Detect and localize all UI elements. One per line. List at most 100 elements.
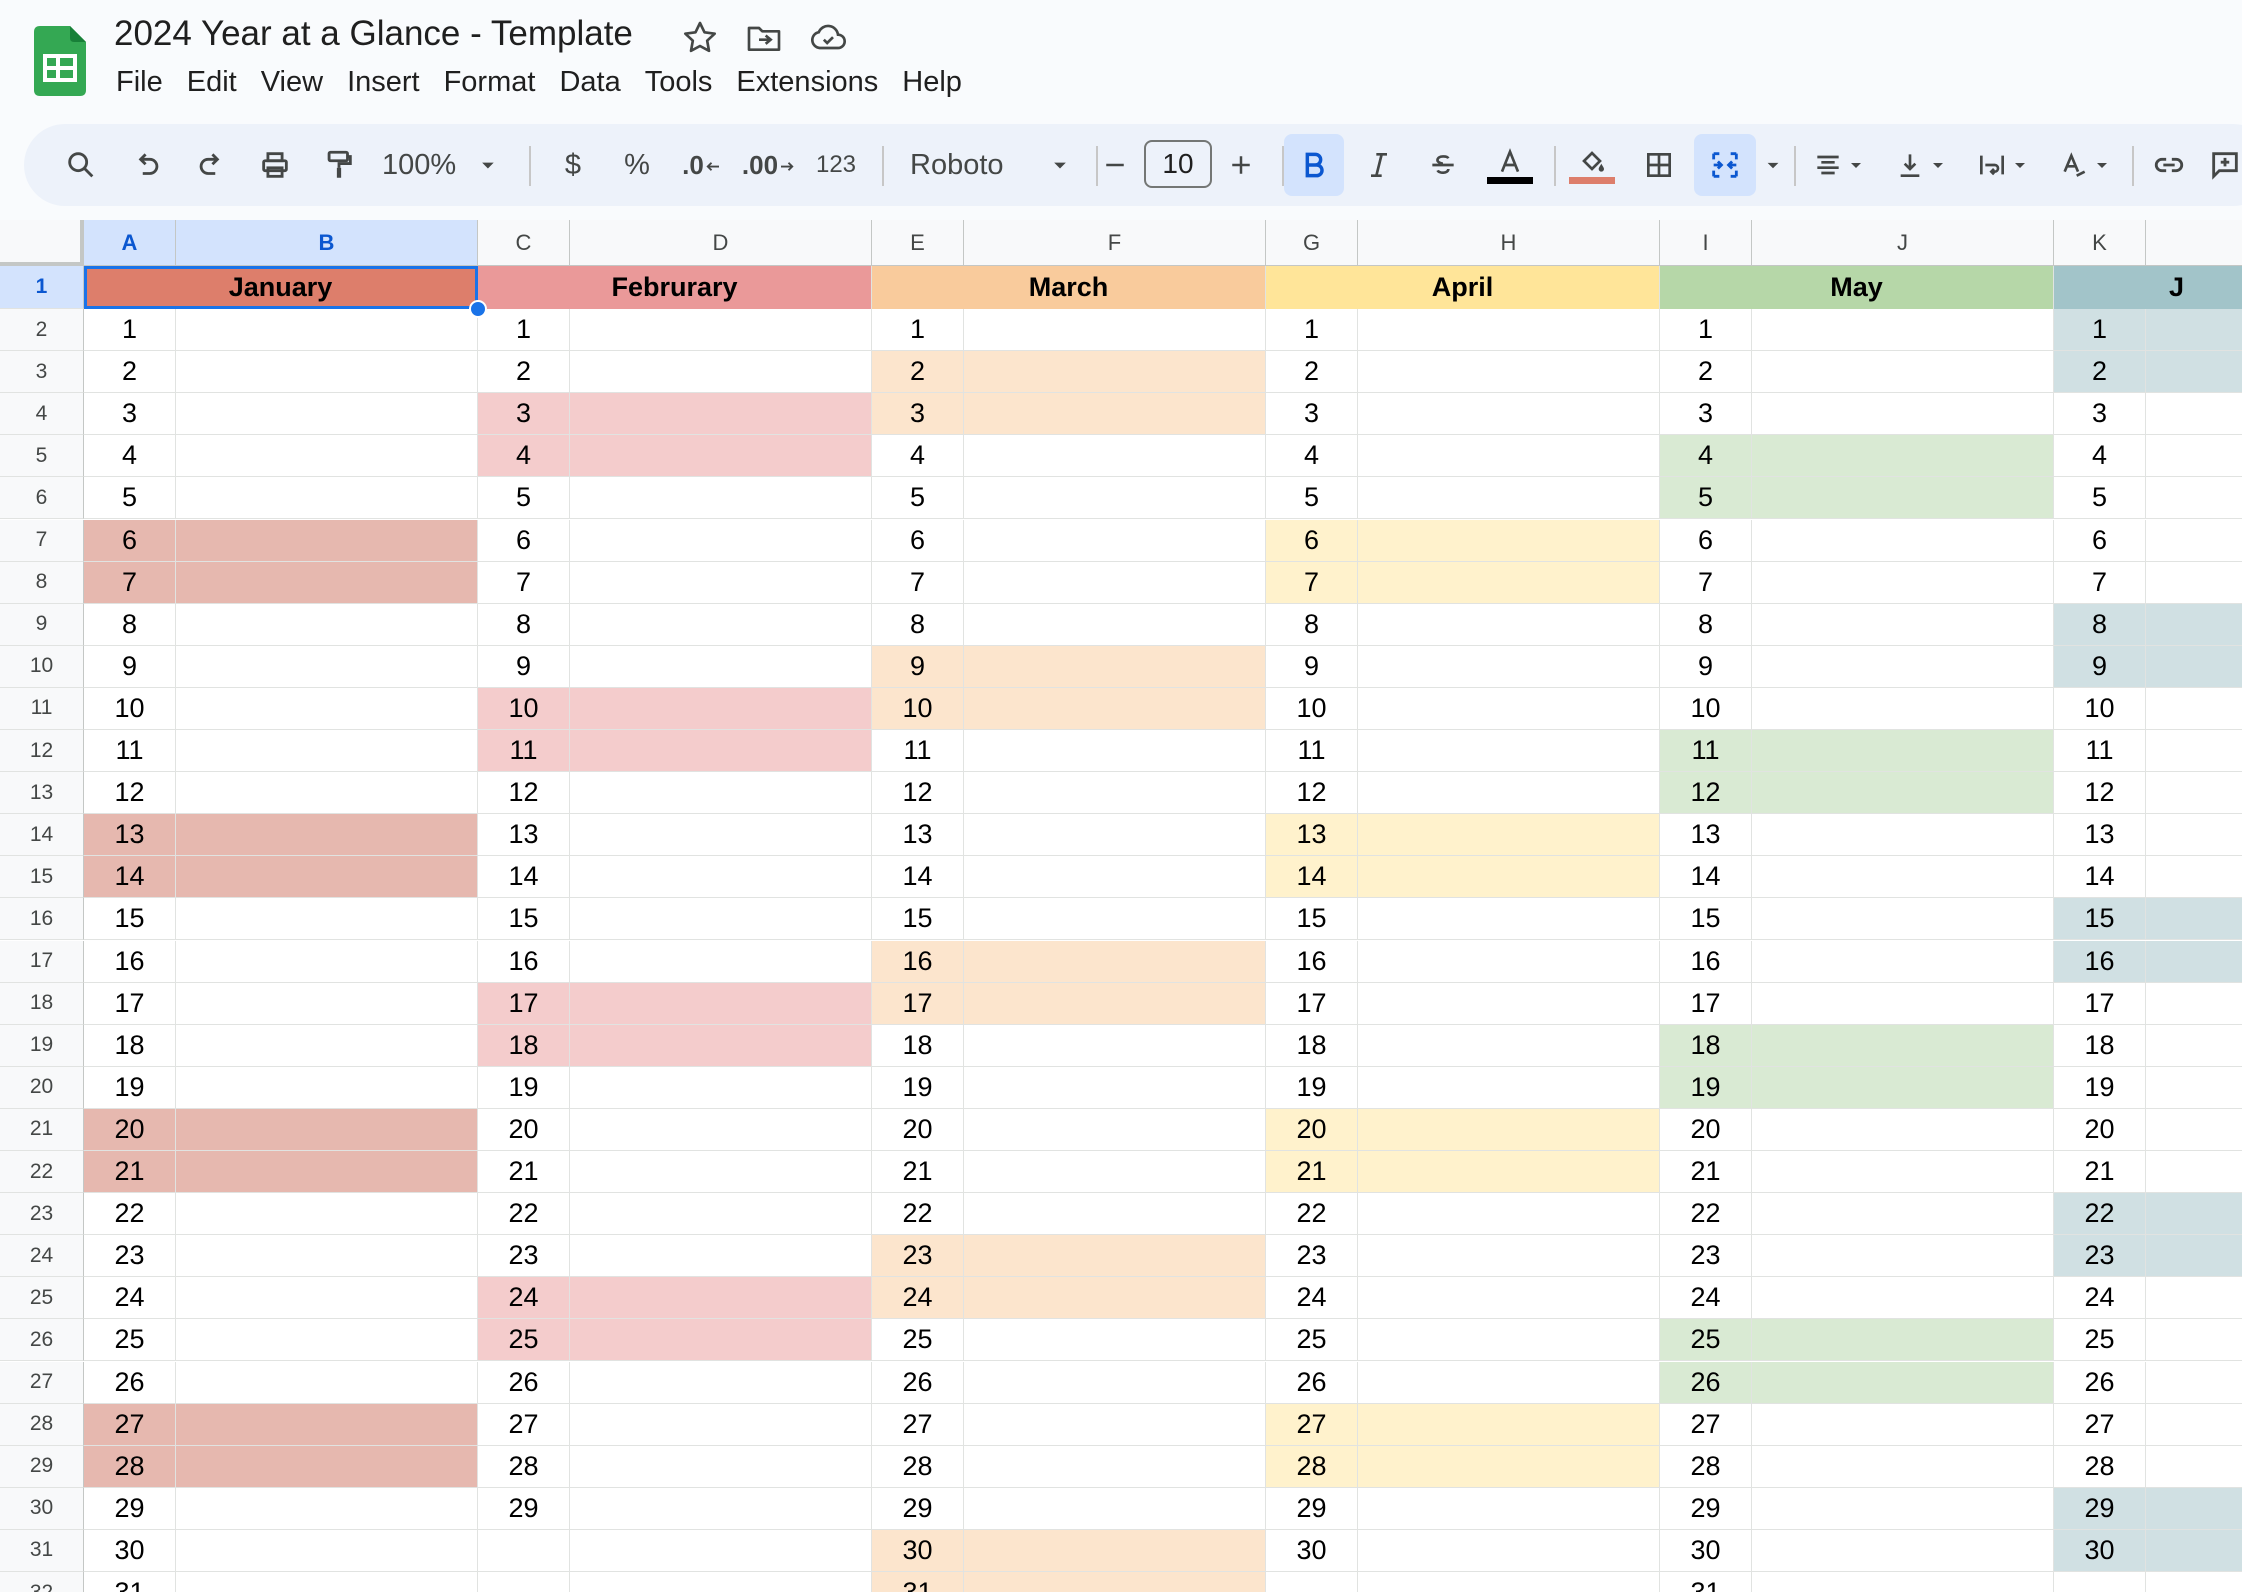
note-cell[interactable] [2146, 351, 2242, 394]
day-cell[interactable]: 21 [2054, 1151, 2146, 1194]
day-cell[interactable]: 15 [478, 898, 570, 941]
day-cell[interactable]: 22 [872, 1193, 964, 1236]
note-cell[interactable] [2146, 730, 2242, 773]
day-cell[interactable]: 21 [478, 1151, 570, 1194]
note-cell[interactable] [1358, 1024, 1660, 1067]
column-header-e[interactable]: E [872, 220, 964, 266]
day-cell[interactable] [1266, 1572, 1358, 1592]
note-cell[interactable] [1752, 1361, 2054, 1404]
note-cell[interactable] [570, 1193, 872, 1236]
note-cell[interactable] [1752, 1487, 2054, 1530]
note-cell[interactable] [2146, 645, 2242, 688]
note-cell[interactable] [570, 1024, 872, 1067]
note-cell[interactable] [1752, 1151, 2054, 1194]
note-cell[interactable] [570, 898, 872, 941]
note-cell[interactable] [1358, 1235, 1660, 1278]
day-cell[interactable]: 14 [84, 856, 176, 899]
note-cell[interactable] [570, 1151, 872, 1194]
day-cell[interactable]: 28 [872, 1445, 964, 1488]
column-header-a[interactable]: A [84, 220, 176, 266]
day-cell[interactable]: 5 [1266, 477, 1358, 520]
note-cell[interactable] [1358, 1361, 1660, 1404]
day-cell[interactable]: 17 [872, 982, 964, 1025]
note-cell[interactable] [1358, 1445, 1660, 1488]
text-wrapping-button[interactable] [1968, 124, 2040, 206]
note-cell[interactable] [964, 940, 1266, 983]
day-cell[interactable]: 28 [478, 1445, 570, 1488]
note-cell[interactable] [1752, 477, 2054, 520]
note-cell[interactable] [570, 1235, 872, 1278]
day-cell[interactable]: 17 [1266, 982, 1358, 1025]
row-header-13[interactable]: 13 [0, 772, 84, 815]
note-cell[interactable] [176, 687, 478, 730]
day-cell[interactable]: 10 [1266, 687, 1358, 730]
row-header-1[interactable]: 1 [0, 266, 84, 309]
day-cell[interactable]: 10 [1660, 687, 1752, 730]
note-cell[interactable] [2146, 898, 2242, 941]
day-cell[interactable]: 18 [2054, 1024, 2146, 1067]
note-cell[interactable] [1752, 814, 2054, 857]
day-cell[interactable]: 25 [1266, 1319, 1358, 1362]
day-cell[interactable]: 22 [1660, 1193, 1752, 1236]
note-cell[interactable] [1358, 940, 1660, 983]
note-cell[interactable] [1358, 687, 1660, 730]
note-cell[interactable] [570, 1529, 872, 1572]
day-cell[interactable]: 3 [1266, 393, 1358, 436]
day-cell[interactable]: 14 [478, 856, 570, 899]
day-cell[interactable] [478, 1529, 570, 1572]
horizontal-align-button[interactable] [1804, 124, 1876, 206]
note-cell[interactable] [2146, 1235, 2242, 1278]
day-cell[interactable]: 2 [1266, 351, 1358, 394]
day-cell[interactable]: 29 [2054, 1487, 2146, 1530]
day-cell[interactable]: 3 [1660, 393, 1752, 436]
note-cell[interactable] [570, 561, 872, 604]
note-cell[interactable] [2146, 1403, 2242, 1446]
vertical-align-button[interactable] [1886, 124, 1958, 206]
search-menus-icon[interactable] [58, 124, 104, 206]
note-cell[interactable] [1752, 982, 2054, 1025]
print-icon[interactable] [252, 124, 298, 206]
day-cell[interactable]: 7 [1660, 561, 1752, 604]
note-cell[interactable] [176, 603, 478, 646]
note-cell[interactable] [2146, 1024, 2242, 1067]
note-cell[interactable] [964, 1066, 1266, 1109]
day-cell[interactable]: 26 [478, 1361, 570, 1404]
day-cell[interactable]: 6 [1266, 519, 1358, 562]
note-cell[interactable] [1752, 1529, 2054, 1572]
day-cell[interactable]: 3 [84, 393, 176, 436]
note-cell[interactable] [176, 309, 478, 352]
row-header-20[interactable]: 20 [0, 1066, 84, 1109]
note-cell[interactable] [964, 309, 1266, 352]
note-cell[interactable] [1358, 561, 1660, 604]
day-cell[interactable]: 16 [872, 940, 964, 983]
day-cell[interactable]: 22 [478, 1193, 570, 1236]
note-cell[interactable] [570, 1572, 872, 1592]
day-cell[interactable]: 8 [1660, 603, 1752, 646]
day-cell[interactable]: 17 [478, 982, 570, 1025]
day-cell[interactable]: 7 [2054, 561, 2146, 604]
note-cell[interactable] [1752, 309, 2054, 352]
note-cell[interactable] [2146, 1361, 2242, 1404]
day-cell[interactable]: 1 [1266, 309, 1358, 352]
note-cell[interactable] [2146, 519, 2242, 562]
note-cell[interactable] [1752, 1193, 2054, 1236]
undo-icon[interactable] [124, 124, 170, 206]
day-cell[interactable]: 27 [84, 1403, 176, 1446]
note-cell[interactable] [1752, 940, 2054, 983]
month-header-cell[interactable]: Februrary [478, 266, 872, 309]
column-header-i[interactable]: I [1660, 220, 1752, 266]
note-cell[interactable] [964, 1487, 1266, 1530]
day-cell[interactable]: 14 [2054, 856, 2146, 899]
day-cell[interactable]: 4 [872, 435, 964, 478]
note-cell[interactable] [964, 1403, 1266, 1446]
note-cell[interactable] [1358, 856, 1660, 899]
day-cell[interactable]: 3 [478, 393, 570, 436]
note-cell[interactable] [176, 1108, 478, 1151]
day-cell[interactable]: 23 [1266, 1235, 1358, 1278]
day-cell[interactable]: 5 [1660, 477, 1752, 520]
note-cell[interactable] [2146, 1487, 2242, 1530]
note-cell[interactable] [2146, 1193, 2242, 1236]
note-cell[interactable] [2146, 393, 2242, 436]
note-cell[interactable] [1752, 1572, 2054, 1592]
note-cell[interactable] [1752, 1024, 2054, 1067]
